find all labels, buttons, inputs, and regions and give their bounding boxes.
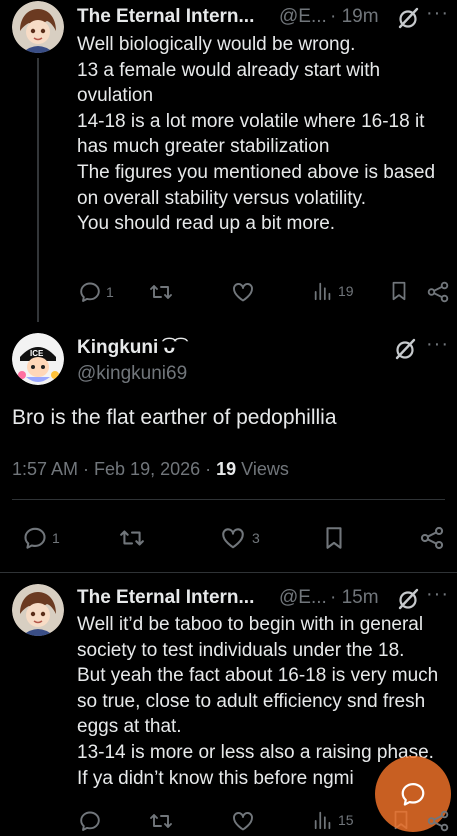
share-button[interactable] [426, 809, 450, 833]
timestamp-text[interactable]: 1:57 AM · Feb 19, 2026 · [12, 459, 216, 479]
reply-icon [78, 280, 102, 304]
reply-icon [78, 809, 102, 833]
views-count: 19 [216, 459, 237, 479]
retweet-button[interactable] [119, 525, 145, 551]
views-button[interactable]: 15 [312, 809, 354, 831]
reply-count: 1 [52, 530, 60, 546]
author-name[interactable]: Kingkuni ͡ᴗ͡ [77, 337, 175, 359]
retweet-icon [149, 809, 173, 833]
retweet-icon [149, 280, 173, 304]
like-button[interactable]: 3 [220, 525, 260, 551]
avatar[interactable] [12, 584, 64, 636]
share-button[interactable] [419, 525, 445, 551]
views-icon [312, 280, 334, 302]
grok-slash-icon[interactable] [393, 337, 417, 361]
avatar-badge: ICE [30, 349, 44, 358]
views-count: 15 [338, 812, 354, 828]
post-time[interactable]: · 19m [330, 6, 379, 28]
author-handle[interactable]: @E... [279, 587, 327, 609]
author-name[interactable]: The Eternal Intern... [77, 587, 254, 609]
thread-line [37, 58, 39, 322]
share-button[interactable] [426, 280, 450, 304]
author-handle[interactable]: @kingkuni69 [77, 363, 187, 385]
views-button[interactable]: 19 [312, 280, 354, 302]
share-icon [426, 280, 450, 304]
bookmark-icon [321, 525, 347, 551]
author-handle[interactable]: @E... [279, 6, 327, 28]
like-button[interactable] [231, 809, 255, 833]
post-2-focused[interactable]: ICE Kingkuni ͡ᴗ͡ @kingkuni69 ··· Bro is … [0, 322, 457, 566]
bookmark-icon [388, 280, 410, 302]
retweet-icon [119, 525, 145, 551]
more-icon[interactable]: ··· [426, 333, 449, 356]
more-icon[interactable]: ··· [426, 2, 449, 25]
post-1[interactable]: The Eternal Intern... @E... · 19m ··· We… [0, 0, 457, 322]
compose-fab-icon [399, 780, 427, 808]
post-timestamp: 1:57 AM · Feb 19, 2026 · 19 Views [12, 459, 289, 480]
reply-button[interactable]: 1 [22, 525, 60, 551]
like-count: 3 [252, 530, 260, 546]
reply-button[interactable]: 1 [78, 280, 114, 304]
like-button[interactable] [231, 280, 255, 304]
post-text: Well biologically would be wrong. 13 a f… [77, 34, 436, 235]
views-count: 19 [338, 283, 354, 299]
reply-count: 1 [106, 284, 114, 300]
post-time[interactable]: · 15m [330, 587, 379, 609]
bookmark-button[interactable] [388, 280, 410, 302]
like-icon [220, 525, 246, 551]
divider [12, 499, 445, 500]
reply-icon [22, 525, 48, 551]
grok-slash-icon[interactable] [396, 587, 420, 611]
reply-button[interactable] [78, 809, 102, 833]
bookmark-button[interactable] [321, 525, 347, 551]
like-icon [231, 280, 255, 304]
author-name[interactable]: The Eternal Intern... [77, 6, 254, 28]
like-icon [231, 809, 255, 833]
share-icon [426, 809, 450, 833]
retweet-button[interactable] [149, 280, 173, 304]
views-icon [312, 809, 334, 831]
post-text: Bro is the flat earther of pedophillia [12, 406, 337, 429]
views-label: Views [236, 459, 289, 479]
avatar[interactable] [12, 1, 64, 53]
share-icon [419, 525, 445, 551]
grok-slash-icon[interactable] [396, 6, 420, 30]
retweet-button[interactable] [149, 809, 173, 833]
more-icon[interactable]: ··· [426, 583, 449, 606]
avatar[interactable]: ICE [12, 333, 64, 385]
